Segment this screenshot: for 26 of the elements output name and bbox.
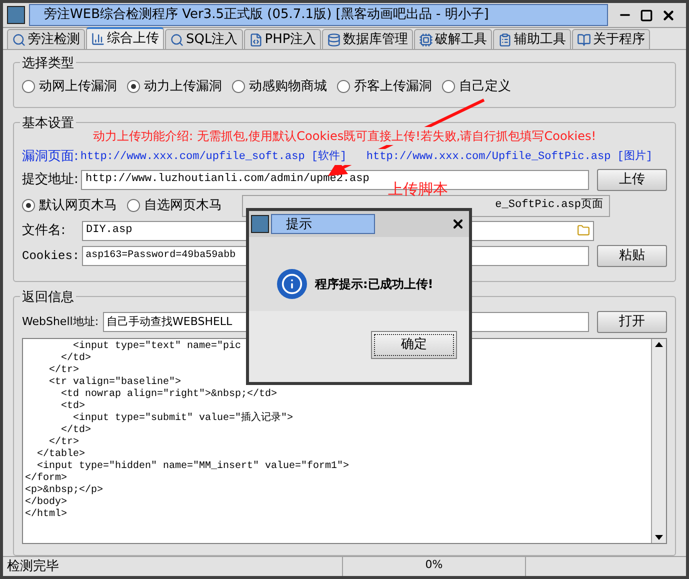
code-line: </body> [25,497,68,508]
code-line: </tr> [48,365,80,376]
vuln-pages: http://www.xxx.com/upfile_soft.asp [软件] http://www.xxx.com/Upfile_SoftPic.asp [图片] [80,148,652,165]
code-line: <p>&nbsp;</p> [25,485,104,496]
code-line: </table> [36,449,86,460]
code-line: <input type="text" name="pic [72,341,242,352]
code-line: <td nowrap align="right">&nbsp;</td> [60,389,278,400]
dialog-message: 程序提示:已成功上传! [315,276,434,293]
status-text: 检测完毕 [3,557,343,576]
window-title: 旁注WEB综合检测程序 Ver3.5正式版 (05.7.1版) [黑客动画吧出品 - 明小子] [29,4,608,26]
code-line: </td> [60,353,92,364]
code-line: </form> [25,473,68,484]
dialog-title: 提示 [271,214,375,234]
field-label: 提交地址: [22,170,80,189]
progress-text: 0% [343,557,526,576]
field-label: 文件名: [22,222,66,240]
code-line: </tr> [48,437,80,448]
field-label: WebShell地址: [22,314,100,330]
code-line: </td> [60,425,92,436]
code-line: <td> [60,401,86,412]
code-line: <input type="submit" value="插入记录"> [72,413,294,424]
notice-text: 动力上传功能介绍: 无需抓包,使用默认Cookies既可直接上传!若失败,请自行抓包填写Cookies! [92,127,596,145]
code-line: </html> [25,509,68,521]
field-label: Cookies: [22,248,80,264]
code-line: <input type="hidden" name="MM_insert" value="form1"> [36,461,350,472]
code-line: <tr valign="baseline"> [48,377,182,388]
